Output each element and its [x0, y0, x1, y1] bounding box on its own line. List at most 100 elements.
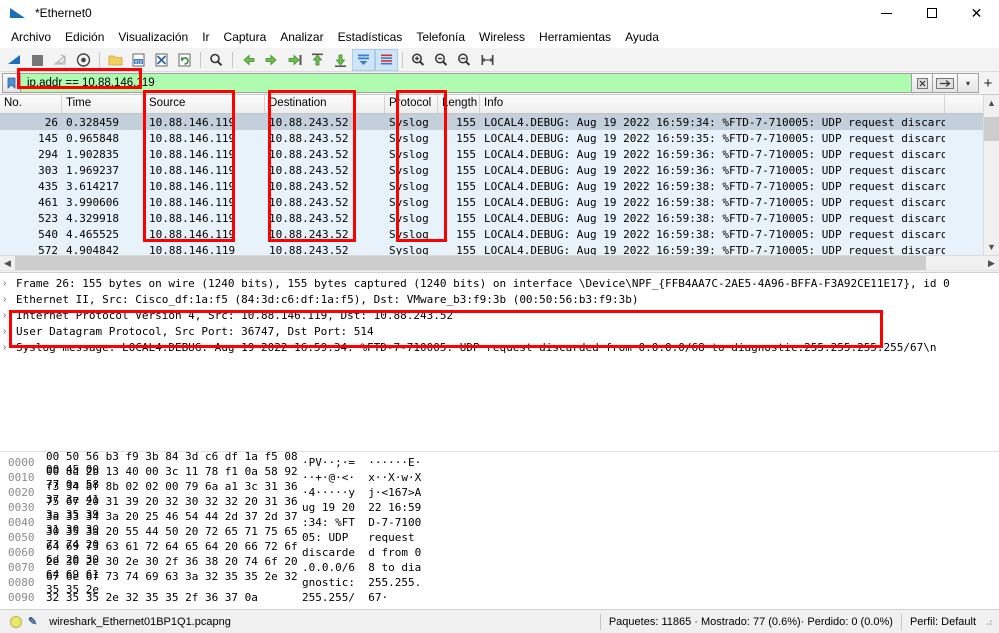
packet-cell-info: LOCAL4.DEBUG: Aug 19 2022 16:59:39: %FTD…	[484, 243, 945, 256]
chevron-right-icon[interactable]: ›	[3, 310, 16, 321]
start-capture-icon[interactable]	[3, 49, 26, 71]
expert-info-icon[interactable]	[10, 615, 22, 628]
packet-row[interactable]: 523 4.329918 10.88.146.119 10.88.243.52 Sysl…	[0, 210, 983, 226]
status-divider-1	[599, 613, 601, 630]
go-to-packet-icon[interactable]	[283, 49, 306, 71]
column-header-destination[interactable]: Destination	[265, 95, 385, 113]
packet-cell-length: 155	[456, 243, 476, 256]
menu-item-visualizaci-n[interactable]: Visualización	[111, 28, 195, 46]
packet-list-vertical-scrollbar[interactable]: ▲ ▼	[983, 95, 999, 255]
open-file-icon[interactable]	[104, 49, 127, 71]
menu-item-captura[interactable]: Captura	[217, 28, 274, 46]
display-filter-field[interactable]	[20, 73, 912, 93]
menu-item-ayuda[interactable]: Ayuda	[618, 28, 666, 46]
column-header-length[interactable]: Length	[438, 95, 480, 113]
packet-row[interactable]: 435 3.614217 10.88.146.119 10.88.243.52 Sysl…	[0, 178, 983, 194]
detail-row[interactable]: › Frame 26: 155 bytes on wire (1240 bits)…	[0, 275, 999, 291]
vertical-scroll-thumb[interactable]	[984, 117, 999, 141]
zoom-out-icon[interactable]	[430, 49, 453, 71]
find-packet-icon[interactable]	[205, 49, 228, 71]
menu-item-estad-sticas[interactable]: Estadísticas	[331, 28, 410, 46]
packet-cell-length: 155	[456, 211, 476, 225]
detail-row[interactable]: › Syslog message: LOCAL4.DEBUG: Aug 19 20…	[0, 339, 999, 355]
menu-item-wireless[interactable]: Wireless	[472, 28, 532, 46]
minimize-button[interactable]	[864, 0, 909, 26]
save-file-icon[interactable]: 010	[127, 49, 150, 71]
filter-add-button[interactable]: +	[979, 73, 997, 93]
stop-capture-icon[interactable]	[26, 49, 49, 71]
reload-file-icon[interactable]	[173, 49, 196, 71]
menu-item-herramientas[interactable]: Herramientas	[532, 28, 618, 46]
hex-dump-row[interactable]: 0090 32 35 35 2e 32 35 35 2f 36 37 0a 255.…	[0, 590, 999, 605]
vertical-scroll-track[interactable]	[984, 111, 999, 239]
filter-clear-button[interactable]	[912, 73, 933, 93]
close-file-icon[interactable]	[150, 49, 173, 71]
detail-row-text: Internet Protocol Version 4, Src: 10.88.…	[16, 308, 454, 322]
packet-list-horizontal-scrollbar[interactable]: ◀ ▶	[0, 255, 999, 270]
horizontal-scroll-thumb[interactable]	[15, 255, 926, 270]
detail-row[interactable]: › User Datagram Protocol, Src Port: 36747…	[0, 323, 999, 339]
hex-ascii: discarde d from 0	[302, 546, 422, 559]
menu-item-ir[interactable]: Ir	[195, 28, 216, 46]
packet-row[interactable]: 294 1.902835 10.88.146.119 10.88.243.52 Sysl…	[0, 146, 983, 162]
scroll-up-arrow-icon[interactable]: ▲	[984, 95, 999, 111]
go-last-packet-icon[interactable]	[329, 49, 352, 71]
packet-row[interactable]: 572 4.904842 10.88.146.119 10.88.243.52 Sysl…	[0, 242, 983, 255]
packet-row[interactable]: 540 4.465525 10.88.146.119 10.88.243.52 Sysl…	[0, 226, 983, 242]
packet-cell-protocol: Syslog	[389, 147, 429, 161]
menu-item-analizar[interactable]: Analizar	[273, 28, 330, 46]
detail-row-text: User Datagram Protocol, Src Port: 36747,…	[16, 324, 374, 338]
resize-grip-icon[interactable]	[982, 615, 996, 629]
packet-cell-protocol: Syslog	[389, 163, 429, 177]
go-back-icon[interactable]	[237, 49, 260, 71]
chevron-right-icon[interactable]: ›	[3, 278, 16, 289]
menu-item-edici-n[interactable]: Edición	[58, 28, 111, 46]
chevron-right-icon[interactable]: ›	[3, 294, 16, 305]
colorize-packets-icon[interactable]	[375, 48, 398, 71]
hex-dump-row[interactable]: 0080 67 6e 6f 73 74 69 63 3a 32 35 35 2e …	[0, 570, 999, 596]
filter-apply-button[interactable]	[933, 73, 958, 93]
profile-label[interactable]: Perfil: Default	[910, 616, 982, 628]
filter-input[interactable]	[21, 74, 911, 92]
horizontal-scroll-track[interactable]	[15, 255, 984, 270]
restart-capture-icon[interactable]	[49, 49, 72, 71]
column-header-protocol[interactable]: Protocol	[385, 95, 438, 113]
packet-cell-destination: 10.88.243.52	[269, 227, 349, 241]
packet-row[interactable]: 26 0.328459 10.88.146.119 10.88.243.52 Syslo…	[0, 114, 983, 130]
scroll-left-arrow-icon[interactable]: ◀	[0, 258, 15, 269]
auto-scroll-icon[interactable]	[352, 48, 375, 71]
go-forward-icon[interactable]	[260, 49, 283, 71]
go-first-packet-icon[interactable]	[306, 49, 329, 71]
column-header-no[interactable]: No.	[0, 95, 62, 113]
zoom-reset-icon[interactable]	[453, 49, 476, 71]
packet-cell-source: 10.88.146.119	[149, 131, 236, 145]
zoom-in-icon[interactable]	[407, 49, 430, 71]
packet-row[interactable]: 145 0.965848 10.88.146.119 10.88.243.52 Sysl…	[0, 130, 983, 146]
capture-options-icon[interactable]	[72, 49, 95, 71]
title-bar: *Ethernet0 ✕	[0, 0, 999, 26]
packet-row[interactable]: 303 1.969237 10.88.146.119 10.88.243.52 Sysl…	[0, 162, 983, 178]
filter-dropdown-button[interactable]: ▾	[958, 73, 979, 93]
capture-file-icon[interactable]: ✎	[28, 615, 37, 628]
scroll-down-arrow-icon[interactable]: ▼	[984, 239, 999, 255]
hex-offset: 0020	[8, 486, 35, 499]
column-header-info[interactable]: Info	[480, 95, 945, 113]
resize-columns-icon[interactable]	[476, 49, 499, 71]
chevron-right-icon[interactable]: ›	[3, 342, 16, 353]
menu-item-telefon-a[interactable]: Telefonía	[409, 28, 472, 46]
column-header-time[interactable]: Time	[62, 95, 145, 113]
detail-row[interactable]: › Internet Protocol Version 4, Src: 10.88…	[0, 307, 999, 323]
packet-cell-length: 155	[456, 163, 476, 177]
detail-row[interactable]: › Ethernet II, Src: Cisco_df:1a:f5 (84:3d…	[0, 291, 999, 307]
scroll-right-arrow-icon[interactable]: ▶	[984, 258, 999, 269]
packet-cell-no: 303	[38, 163, 58, 177]
column-header-source[interactable]: Source	[145, 95, 265, 113]
chevron-right-icon[interactable]: ›	[3, 326, 16, 337]
filter-bookmark-icon[interactable]	[2, 73, 20, 93]
maximize-button[interactable]	[909, 0, 954, 26]
close-button[interactable]: ✕	[954, 0, 999, 26]
packet-row[interactable]: 461 3.990606 10.88.146.119 10.88.243.52 Sysl…	[0, 194, 983, 210]
packet-cell-destination: 10.88.243.52	[269, 179, 349, 193]
packet-cell-info: LOCAL4.DEBUG: Aug 19 2022 16:59:34: %FTD…	[484, 115, 945, 129]
menu-item-archivo[interactable]: Archivo	[4, 28, 58, 46]
